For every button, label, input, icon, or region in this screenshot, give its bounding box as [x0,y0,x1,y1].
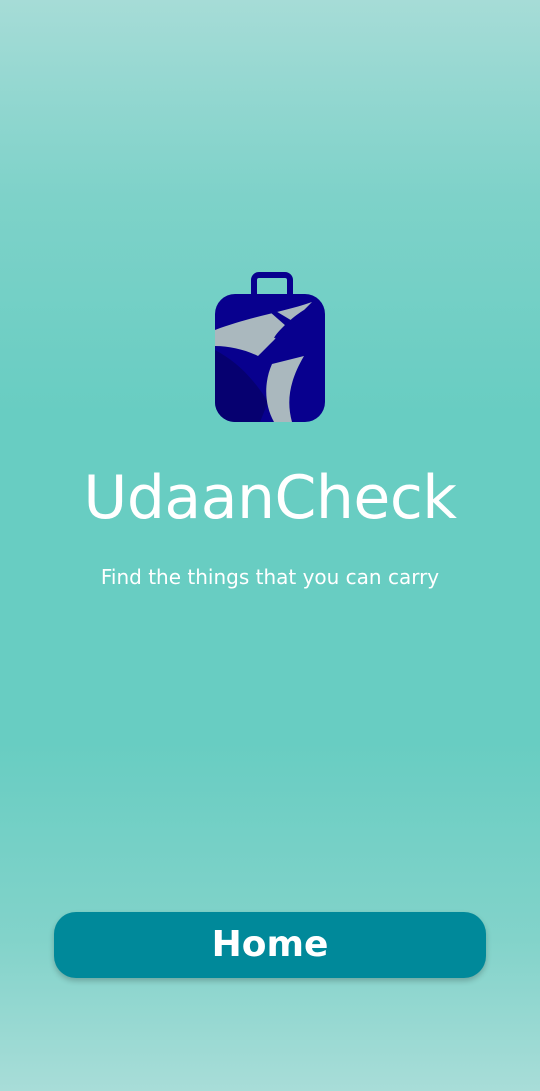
app-title: UdaanCheck [83,463,457,533]
tagline: Find the things that you can carry [100,565,440,589]
splash-screen: UdaanCheck Find the things that you can … [0,0,540,1091]
suitcase-airplane-icon [212,272,328,424]
home-button-label: Home [211,924,329,965]
home-button[interactable]: Home [54,912,486,978]
